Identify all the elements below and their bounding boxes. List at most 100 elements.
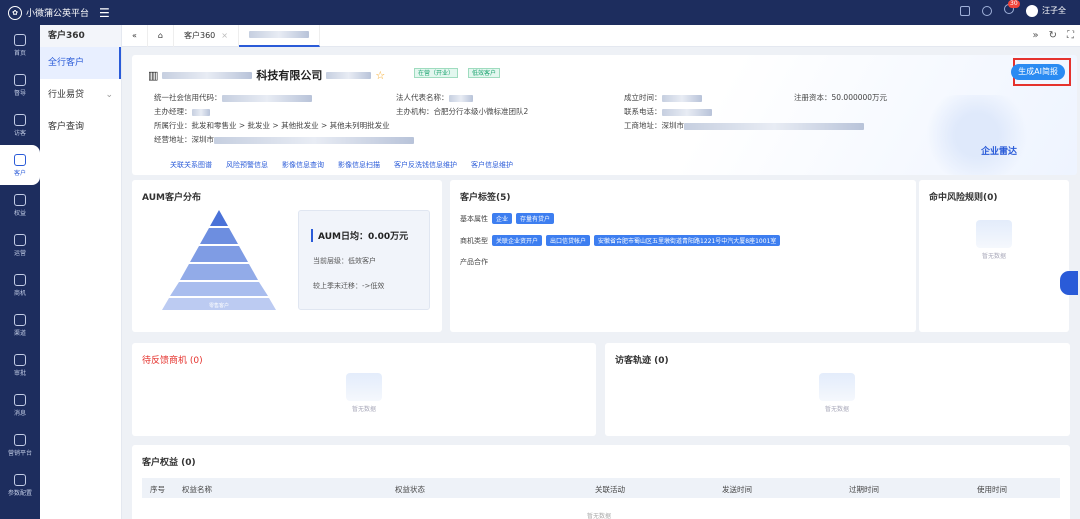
action-link[interactable]: 影像信息扫描: [338, 160, 380, 170]
clipboard-icon: [14, 73, 26, 86]
col-header: 序号: [150, 485, 165, 494]
company-name: ▥ 科技有限公司 ☆: [148, 68, 386, 83]
company-card: ▥ 科技有限公司 ☆ 在营（开业） 低效客户 生成AI简报 统一社会信用代码： 主办…: [132, 55, 1077, 175]
nav-item-7[interactable]: 渠道: [0, 305, 40, 345]
marketing-icon: [14, 433, 26, 446]
empty-text: 暂无数据: [587, 513, 612, 519]
basic-tags-row: 基本属性 企业 存量有贷户: [460, 213, 555, 224]
approve-icon: [14, 353, 26, 366]
nav-item-9[interactable]: 消息: [0, 385, 40, 425]
user-menu[interactable]: 汪子全: [1026, 4, 1066, 17]
nav-item-4[interactable]: 权益: [0, 185, 40, 225]
customer-type-badge: 低效客户: [468, 68, 501, 78]
avatar: [1026, 4, 1038, 17]
nav-item-11[interactable]: 参数配置: [0, 465, 40, 505]
radar-graphic: [917, 95, 1037, 175]
calendar-icon[interactable]: [960, 5, 970, 16]
tab-customer360[interactable]: 客户360 ×: [174, 24, 239, 47]
next-tab-icon[interactable]: »: [1032, 30, 1038, 41]
nav-label: 访客: [13, 129, 26, 137]
nav-item-1[interactable]: 督导: [0, 65, 40, 105]
nav-label: 商机: [13, 289, 26, 297]
rights-table-header: 序号 权益名称 权益状态 关联活动 发送时间 过期时间 使用时间: [142, 478, 1060, 498]
logo-icon: ✿: [8, 5, 22, 20]
redacted-text: [248, 31, 309, 38]
rights-title: 客户权益 (0): [142, 458, 196, 468]
nav-label: 参数配置: [7, 489, 32, 497]
customer-icon: [14, 153, 26, 166]
menu-toggle-icon[interactable]: ☰: [99, 6, 110, 20]
aum-migration: 较上季末迁移：->低效: [313, 282, 385, 290]
nav-label: 督导: [13, 89, 26, 97]
enterprise-radar-button[interactable]: 企业雷达: [981, 144, 1017, 157]
refresh-icon[interactable]: ↻: [1049, 30, 1057, 41]
empty-state: 暂无数据: [807, 373, 867, 423]
generate-ai-report-button[interactable]: 生成AI简报: [1011, 64, 1065, 80]
nav-item-2[interactable]: 访客: [0, 105, 40, 145]
network-icon: [14, 313, 26, 326]
nav-label: 营销平台: [7, 449, 32, 457]
action-link[interactable]: 客户反洗钱信息维护: [394, 160, 457, 170]
visits-title: 访客轨迹 (0): [615, 356, 669, 366]
nav-item-0[interactable]: 首页: [0, 25, 40, 65]
notification-badge: 30: [1008, 0, 1020, 8]
submenu-item-customer-query[interactable]: 客户查询: [40, 111, 121, 143]
tags-title: 客户标签(5): [460, 193, 511, 203]
action-links: 关联关系图谱 风险预警信息 影像信息查询 影像信息扫描 客户反洗钱信息维护 客户信息维护: [170, 160, 513, 170]
help-icon[interactable]: [982, 5, 992, 16]
biz-tags-row: 商机类型 关联企业资开户 出口信贷帐户 安徽省合肥市蜀山区五里墩街道青阳路1221号中…: [460, 235, 781, 246]
nav-item-10[interactable]: 营销平台: [0, 425, 40, 465]
nav-item-6[interactable]: 商机: [0, 265, 40, 305]
nav-item-5[interactable]: 运营: [0, 225, 40, 265]
action-link[interactable]: 影像信息查询: [282, 160, 324, 170]
nav-label: 权益: [13, 209, 26, 217]
collapse-icon[interactable]: «: [122, 24, 148, 47]
col-header: 权益状态: [395, 485, 425, 494]
user-name: 汪子全: [1042, 6, 1066, 15]
nav-label: 首页: [13, 49, 26, 57]
action-link[interactable]: 客户信息维护: [471, 160, 513, 170]
submenu-title: 客户360: [40, 25, 121, 47]
col-header: 权益名称: [182, 485, 212, 494]
side-nav: 首页督导访客客户权益运营商机渠道审批消息营销平台参数配置: [0, 25, 40, 519]
empty-box-icon: [976, 220, 1012, 248]
nav-label: 渠道: [13, 329, 26, 337]
empty-box-icon: [346, 373, 382, 401]
empty-state: 暂无数据: [334, 373, 394, 423]
nav-label: 审批: [13, 369, 26, 377]
floating-assistant-button[interactable]: [1060, 271, 1078, 295]
action-link[interactable]: 风险预警信息: [226, 160, 268, 170]
notification-button[interactable]: 30: [1004, 0, 1020, 17]
grid-icon: [14, 233, 26, 246]
nav-item-3[interactable]: 客户: [0, 145, 40, 185]
tab-bar: « ⌂ 客户360 × » ↻ ⛶: [122, 24, 1080, 47]
submenu-item-industry-loan[interactable]: 行业易贷 ⌄: [40, 79, 121, 111]
sub-menu: 客户360 全行客户 行业易贷 ⌄ 客户查询: [40, 25, 122, 519]
home-icon: ⌂: [157, 30, 163, 40]
pending-title: 待反馈商机 (0): [142, 356, 203, 366]
nav-item-8[interactable]: 审批: [0, 345, 40, 385]
aum-pyramid: 零售客户: [162, 210, 276, 310]
close-icon[interactable]: ×: [221, 25, 228, 47]
top-bar: ✿ 小微蒲公英平台 ☰ 30 汪子全: [0, 0, 1080, 25]
aum-title: AUM客户分布: [142, 193, 201, 203]
status-badge: 在营（开业）: [414, 68, 459, 78]
home-icon: [14, 33, 26, 46]
favorite-star-icon[interactable]: ☆: [375, 69, 385, 82]
nav-label: 运营: [13, 249, 26, 257]
aum-daily-avg: AUM日均：0.00万元: [311, 229, 408, 242]
settings-icon: [14, 473, 26, 486]
action-link[interactable]: 关联关系图谱: [170, 160, 212, 170]
tab-home[interactable]: ⌂: [148, 24, 174, 47]
fullscreen-icon[interactable]: ⛶: [1067, 30, 1074, 41]
gift-icon: [14, 193, 26, 206]
pyramid-label: 零售客户: [209, 302, 229, 309]
risk-rules-card: 命中风险规则(0) 暂无数据: [919, 180, 1069, 332]
customer-rights-card: 客户权益 (0) 序号 权益名称 权益状态 关联活动 发送时间 过期时间 使用时…: [132, 445, 1070, 519]
col-header: 关联活动: [595, 485, 625, 494]
tab-company[interactable]: [238, 24, 320, 47]
visitor-icon: [14, 113, 26, 126]
risk-title: 命中风险规则(0): [929, 193, 998, 203]
submenu-item-all-customers[interactable]: 全行客户: [40, 47, 121, 79]
app-logo[interactable]: ✿ 小微蒲公英平台 ☰: [8, 5, 110, 20]
